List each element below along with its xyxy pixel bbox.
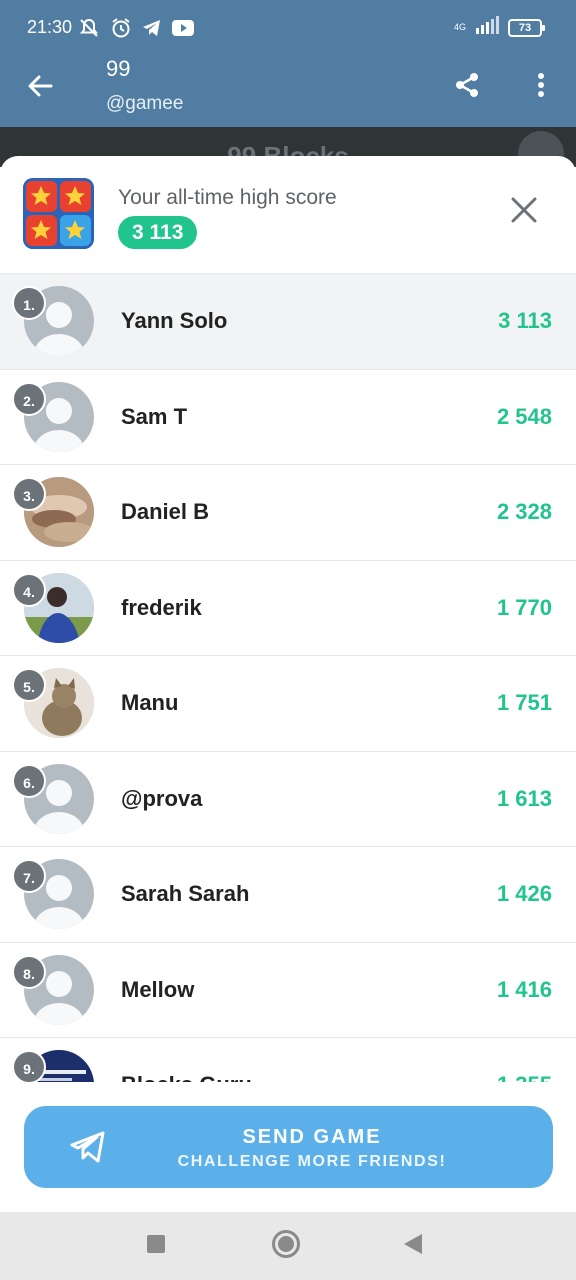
more-options-button[interactable] xyxy=(526,68,556,102)
rank-badge: 1. xyxy=(12,286,46,320)
player-name: frederik xyxy=(121,594,202,620)
player-score: 2 328 xyxy=(496,499,552,524)
leaderboard-row[interactable]: 4. frederik 1 770 xyxy=(0,560,576,656)
leaderboard-row[interactable]: 1. Yann Solo 3 113 xyxy=(0,274,576,370)
close-icon xyxy=(511,197,537,223)
player-score: 1 751 xyxy=(496,690,552,715)
rank-badge: 2. xyxy=(12,381,46,416)
rank-badge: 5. xyxy=(12,668,46,702)
muted-bell-icon xyxy=(78,18,100,43)
rank-badge: 6. xyxy=(12,763,46,798)
status-icons xyxy=(78,17,194,44)
game-thumbnail xyxy=(23,178,94,249)
leaderboard-row[interactable]: 9. Blocks Guru 1 355 xyxy=(0,1038,576,1082)
close-button[interactable] xyxy=(506,192,542,228)
leaderboard-row[interactable]: 8. Mellow 1 416 xyxy=(0,942,576,1038)
leaderboard-row[interactable]: 3. Daniel B 2 328 xyxy=(0,465,576,561)
signal-icon xyxy=(474,16,500,39)
rank-badge: 7. xyxy=(12,859,46,893)
telegram-icon xyxy=(142,19,162,42)
rank-badge: 3. xyxy=(12,477,46,511)
leaderboard-row[interactable]: 7. Sarah Sarah 1 426 xyxy=(0,847,576,943)
player-score: 1 770 xyxy=(496,594,552,620)
player-score: 1 355 xyxy=(497,1072,552,1082)
player-name: Yann Solo xyxy=(121,308,228,333)
share-button[interactable] xyxy=(450,68,484,102)
high-score-badge: 3 113 xyxy=(118,216,198,249)
player-score: 2 548 xyxy=(496,403,552,429)
sheet-footer: SEND GAME CHALLENGE MORE FRIENDS! xyxy=(0,1082,576,1212)
rank-badge: 9. xyxy=(12,1050,46,1082)
player-name: Mellow xyxy=(121,976,195,1002)
network-type: 4G xyxy=(453,22,466,32)
more-vertical-icon xyxy=(538,73,544,97)
player-name: Sarah Sarah xyxy=(121,881,250,906)
page-subtitle: @gamee xyxy=(106,93,184,114)
player-name: Manu xyxy=(121,690,179,715)
player-score: 1 613 xyxy=(496,785,552,811)
arrow-left-icon xyxy=(28,75,53,97)
leaderboard-sheet: Your all-time high score 3 113 1. Yann S… xyxy=(0,156,576,1212)
high-score-header: Your all-time high score 3 113 xyxy=(0,156,576,274)
player-score: 1 416 xyxy=(496,976,552,1002)
battery-icon: 73 xyxy=(508,18,545,37)
share-icon xyxy=(456,73,478,97)
back-button[interactable] xyxy=(22,68,58,104)
rank-badge: 8. xyxy=(12,954,46,989)
alarm-icon xyxy=(110,17,132,44)
send-game-button[interactable]: SEND GAME CHALLENGE MORE FRIENDS! xyxy=(24,1106,553,1188)
rank-badge: 4. xyxy=(12,572,46,607)
leaderboard-row[interactable]: 5. Manu 1 751 xyxy=(0,656,576,752)
player-score: 1 426 xyxy=(496,881,552,906)
leaderboard-list[interactable]: 1. Yann Solo 3 113 2. Sam T 2 548 3. Dan… xyxy=(0,274,576,1082)
status-time: 21:30 xyxy=(27,17,73,37)
challenge-label: CHALLENGE MORE FRIENDS! xyxy=(177,1153,447,1170)
player-score: 3 113 xyxy=(498,308,552,333)
high-score-label: Your all-time high score xyxy=(118,186,337,209)
page-title: 99 xyxy=(106,56,131,81)
system-nav-bar xyxy=(0,1212,576,1280)
status-bar: 21:30 4G 73 xyxy=(0,0,576,56)
youtube-icon xyxy=(172,20,194,41)
system-back-button[interactable] xyxy=(404,1234,422,1254)
leaderboard-row[interactable]: 6. @prova 1 613 xyxy=(0,751,576,847)
leaderboard-row[interactable]: 2. Sam T 2 548 xyxy=(0,369,576,465)
recents-button[interactable] xyxy=(147,1235,165,1253)
home-button[interactable] xyxy=(272,1230,300,1258)
send-game-label: SEND GAME xyxy=(242,1126,382,1148)
player-name: Blocks Guru xyxy=(121,1072,252,1082)
status-right: 4G 73 xyxy=(453,16,545,39)
player-name: @prova xyxy=(121,785,203,811)
player-name: Daniel B xyxy=(121,499,210,524)
app-header: 21:30 4G 73 99 @gamee xyxy=(0,0,576,127)
player-name: Sam T xyxy=(121,403,188,429)
